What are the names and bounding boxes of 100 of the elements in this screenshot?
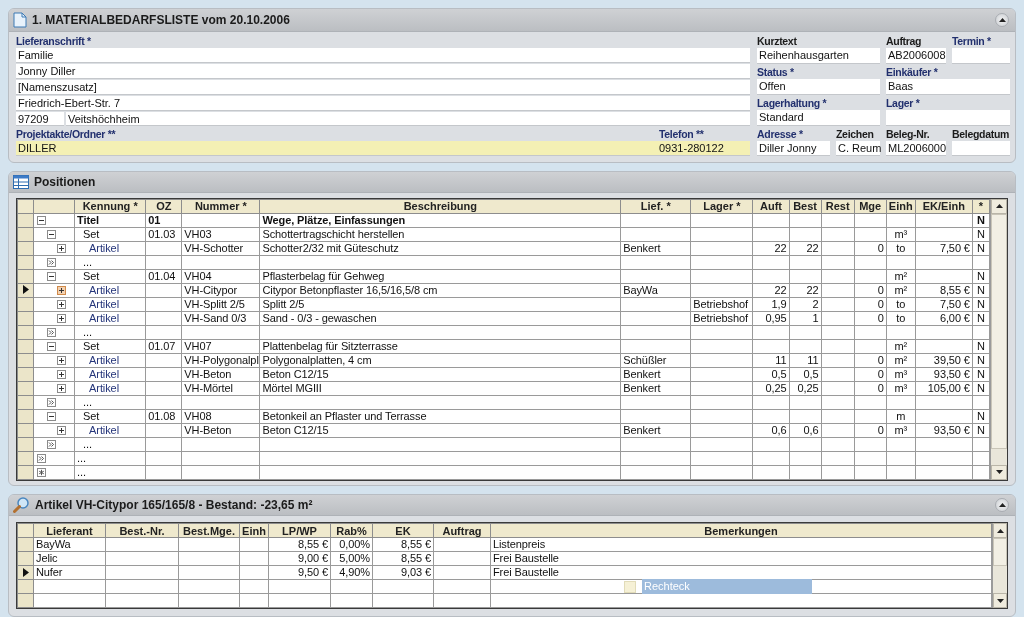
collapse-button[interactable] xyxy=(995,13,1009,27)
text-field[interactable] xyxy=(952,48,1010,64)
field-label: Belegdatum xyxy=(952,127,1010,141)
text-field[interactable]: [Namenszusatz] xyxy=(16,80,750,95)
header-cell xyxy=(33,199,75,214)
collapse-icon[interactable] xyxy=(47,229,57,239)
column-header[interactable]: Auft xyxy=(752,199,790,214)
text-field[interactable]: Familie xyxy=(16,48,750,63)
scroll-down-button[interactable] xyxy=(991,464,1007,480)
text-field[interactable]: AB2006008 xyxy=(886,48,946,64)
column-header[interactable]: LP/WP xyxy=(268,523,331,538)
caret-up-icon xyxy=(995,204,1003,209)
collapse-icon[interactable] xyxy=(47,411,57,421)
text-field[interactable] xyxy=(886,110,1010,126)
column-header[interactable]: EK xyxy=(372,523,434,538)
caret-down-icon xyxy=(996,598,1004,603)
expand-icon[interactable] xyxy=(57,313,67,323)
column-header[interactable]: Auftrag xyxy=(433,523,491,538)
column-header[interactable]: Best.-Nr. xyxy=(105,523,179,538)
scrollbar[interactable] xyxy=(990,198,1007,480)
collapse-icon[interactable] xyxy=(37,215,47,225)
city-field[interactable]: Veitshöchheim xyxy=(66,112,750,126)
field-label: Beleg-Nr. xyxy=(886,127,931,141)
scrollbar-thumb[interactable] xyxy=(993,538,1007,567)
new-row-icon[interactable] xyxy=(37,467,47,477)
text-field[interactable]: Baas xyxy=(886,79,1010,95)
scroll-down-button[interactable] xyxy=(993,593,1007,609)
zip-field[interactable]: 97209 xyxy=(16,112,64,126)
text-field[interactable]: Diller Jonny xyxy=(757,141,830,156)
more-icon[interactable] xyxy=(47,439,57,449)
column-header[interactable]: Rest xyxy=(821,199,855,214)
field-label: Lager * xyxy=(886,96,921,110)
text-field[interactable] xyxy=(952,141,1010,156)
more-icon[interactable] xyxy=(47,257,57,267)
field-label: Auftrag xyxy=(886,34,923,48)
column-header[interactable]: Nummer * xyxy=(181,199,260,214)
text-field[interactable]: DILLER xyxy=(16,141,657,156)
column-header[interactable]: EK/Einh xyxy=(915,199,973,214)
drag-label: Rechteck xyxy=(642,579,812,595)
field-label: Lieferanschrift * xyxy=(16,34,92,48)
scroll-up-button[interactable] xyxy=(993,523,1007,539)
field-label: Einkäufer * xyxy=(886,65,939,79)
more-icon[interactable] xyxy=(47,327,57,337)
header-cell xyxy=(17,523,34,538)
column-header[interactable]: OZ xyxy=(145,199,182,214)
column-header[interactable]: Einh xyxy=(886,199,916,214)
caret-up-icon xyxy=(998,18,1006,22)
expand-icon[interactable] xyxy=(57,243,67,253)
column-header[interactable]: Mge xyxy=(854,199,887,214)
panel-title: 1. MATERIALBEDARFSLISTE vom 20.10.2006 xyxy=(32,13,291,27)
column-header[interactable]: Rab% xyxy=(330,523,373,538)
expand-icon[interactable] xyxy=(57,285,67,295)
column-header[interactable]: Best xyxy=(789,199,822,214)
column-header[interactable]: Beschreibung xyxy=(259,199,621,214)
text-field[interactable]: ML2006000 xyxy=(886,141,946,156)
row-pointer-icon xyxy=(22,567,29,577)
panel-title: Positionen xyxy=(34,174,97,189)
text-field[interactable]: Reihenhausgarten xyxy=(757,48,880,64)
text-field[interactable]: Friedrich-Ebert-Str. 7 xyxy=(16,96,750,111)
field-label: Termin * xyxy=(952,34,992,48)
expand-icon[interactable] xyxy=(57,355,67,365)
caret-up-icon xyxy=(996,528,1004,533)
expand-icon[interactable] xyxy=(57,369,67,379)
more-icon[interactable] xyxy=(37,453,47,463)
panel-title: Artikel VH-Citypor 165/165/8 - Bestand: -23,65 m² xyxy=(35,498,314,513)
field-label: Projektakte/Ordner ** xyxy=(16,127,117,141)
text-field[interactable]: Jonny Diller xyxy=(16,64,750,79)
expand-icon[interactable] xyxy=(57,299,67,309)
field-label: Status * xyxy=(757,65,795,79)
field-label: Adresse * xyxy=(757,127,804,141)
text-field[interactable]: Offen xyxy=(757,79,880,95)
collapse-icon[interactable] xyxy=(47,271,57,281)
document-icon xyxy=(13,12,27,28)
more-icon[interactable] xyxy=(47,397,57,407)
scrollbar-thumb[interactable] xyxy=(991,213,1007,449)
collapse-button[interactable] xyxy=(995,498,1009,513)
column-header[interactable]: Lief. * xyxy=(620,199,691,214)
column-header[interactable]: Bemerkungen xyxy=(490,523,992,538)
text-field[interactable]: Standard xyxy=(757,110,880,126)
column-header[interactable]: Kennung * xyxy=(74,199,146,214)
column-header[interactable]: Lieferant xyxy=(33,523,106,538)
search-icon xyxy=(13,497,30,514)
collapse-icon[interactable] xyxy=(47,341,57,351)
expand-icon[interactable] xyxy=(57,383,67,393)
header-cell xyxy=(17,199,34,214)
expand-icon[interactable] xyxy=(57,425,67,435)
caret-down-icon xyxy=(995,470,1003,475)
scrollbar[interactable] xyxy=(992,523,1007,609)
field-label: Zeichen xyxy=(836,127,875,141)
row-pointer-icon xyxy=(22,285,29,295)
item-icon xyxy=(624,580,636,593)
table-icon xyxy=(13,174,29,189)
scroll-up-button[interactable] xyxy=(991,198,1007,214)
field-label: Telefon ** xyxy=(658,127,705,141)
column-header[interactable]: Best.Mge. xyxy=(178,523,240,538)
text-field[interactable]: C. Reum xyxy=(836,141,880,156)
caret-up-icon xyxy=(998,503,1006,508)
column-header[interactable]: Einh xyxy=(239,523,269,538)
text-field[interactable]: 0931-280122 xyxy=(657,141,750,156)
column-header[interactable]: Lager * xyxy=(690,199,753,214)
